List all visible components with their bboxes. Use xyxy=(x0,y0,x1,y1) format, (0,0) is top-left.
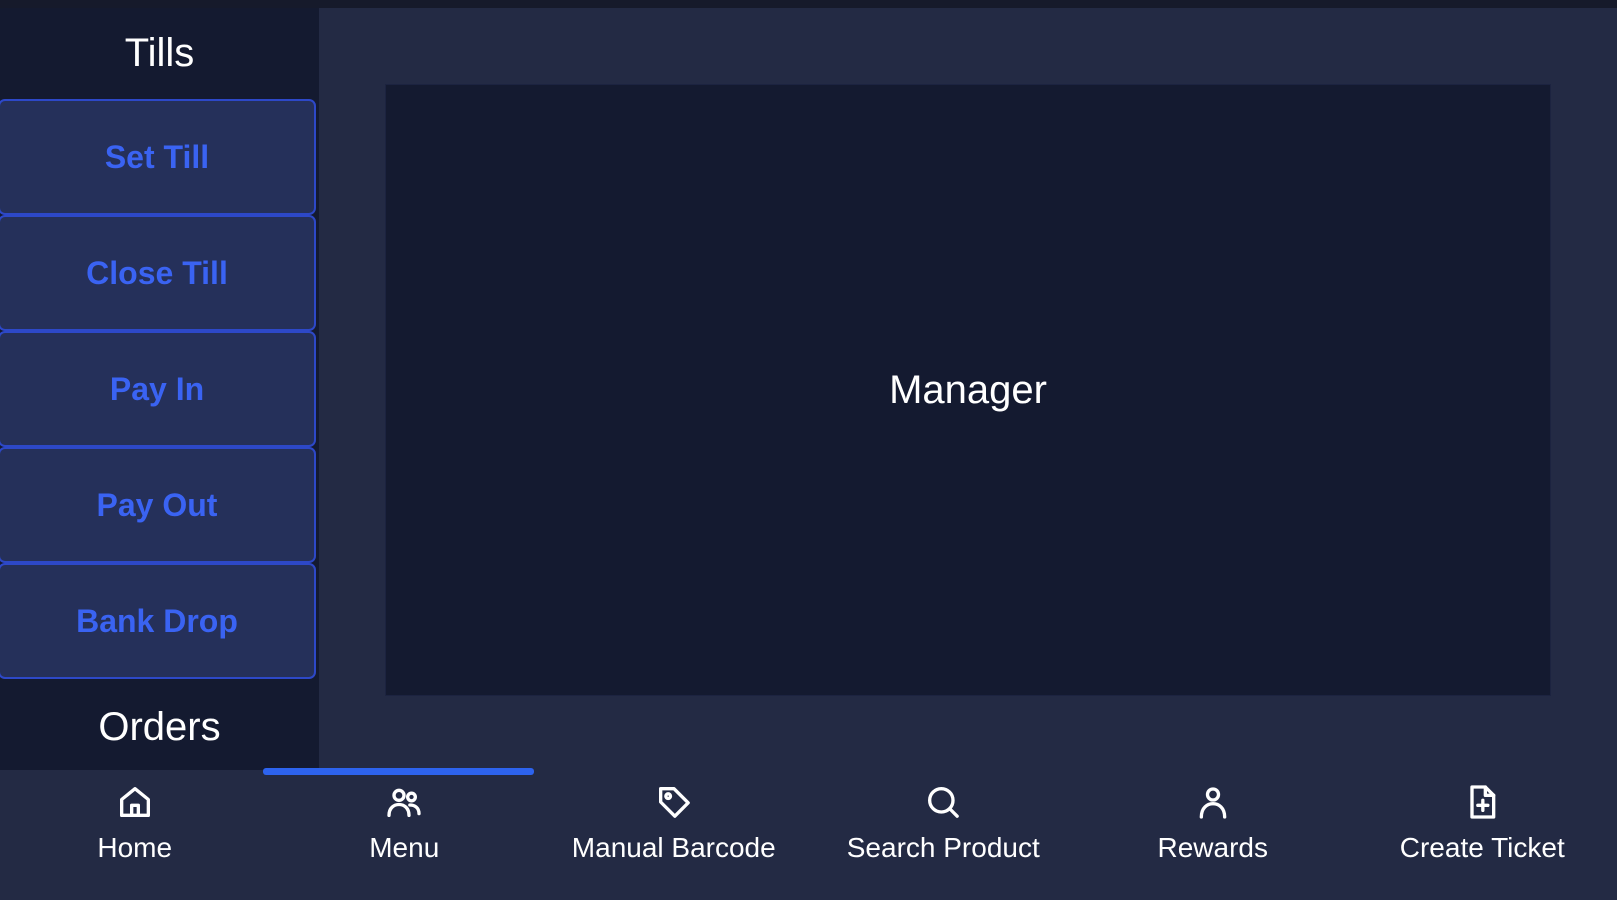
nav-item-rewards[interactable]: Rewards xyxy=(1078,770,1348,900)
pos-app: Tills Set Till Close Till Pay In Pay Out… xyxy=(0,0,1617,900)
user-icon xyxy=(1199,787,1227,819)
tills-heading: Tills xyxy=(124,31,195,75)
home-icon xyxy=(119,787,150,817)
nav-label-manual-barcode: Manual Barcode xyxy=(571,832,776,863)
nav-item-search-product[interactable]: Search Product xyxy=(809,770,1079,900)
nav-item-create-ticket[interactable]: Create Ticket xyxy=(1348,770,1617,900)
users-icon xyxy=(387,788,421,817)
bank-drop-button[interactable]: Bank Drop xyxy=(0,563,316,679)
nav-label-menu: Menu xyxy=(369,832,440,863)
tag-icon xyxy=(658,787,690,818)
nav-item-manual-barcode[interactable]: Manual Barcode xyxy=(539,770,809,900)
active-tab-indicator xyxy=(263,768,534,775)
sidebar: Tills Set Till Close Till Pay In Pay Out… xyxy=(0,8,319,770)
set-till-button[interactable]: Set Till xyxy=(0,99,316,215)
nav-label-create-ticket: Create Ticket xyxy=(1399,832,1565,863)
nav-item-menu[interactable]: Menu xyxy=(270,770,540,900)
file-plus-icon xyxy=(1470,785,1496,819)
top-bar xyxy=(0,0,1617,8)
manager-panel[interactable]: Manager xyxy=(385,84,1551,696)
close-till-button[interactable]: Close Till xyxy=(0,215,316,331)
nav-label-home: Home xyxy=(97,832,173,863)
till-button-list: Set Till Close Till Pay In Pay Out Bank … xyxy=(0,99,319,679)
orders-heading[interactable]: Orders xyxy=(0,679,319,776)
pay-in-button[interactable]: Pay In xyxy=(0,331,316,447)
nav-label-rewards: Rewards xyxy=(1157,832,1268,863)
pay-out-button[interactable]: Pay Out xyxy=(0,447,316,563)
bottom-nav: Home Menu Manual Barcode Search Product … xyxy=(0,770,1617,900)
main-content: Manager xyxy=(319,8,1617,770)
search-icon xyxy=(928,787,960,818)
nav-label-search-product: Search Product xyxy=(846,832,1040,863)
manager-panel-title: Manager xyxy=(889,367,1047,412)
nav-item-home[interactable]: Home xyxy=(0,770,270,900)
